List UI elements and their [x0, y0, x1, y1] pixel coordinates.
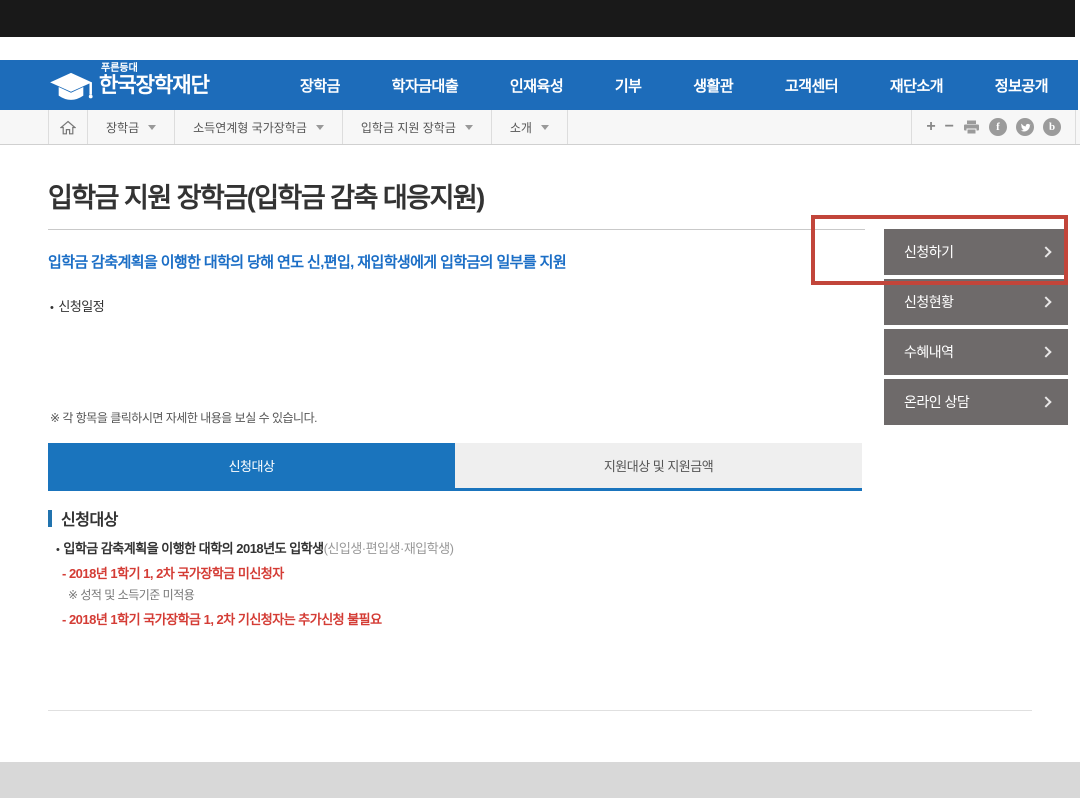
intro-text: 입학금 감축계획을 이행한 대학의 당해 연도 신,편입, 재입학생에게 입학금…: [48, 251, 566, 272]
breadcrumb-item-scholarship[interactable]: 장학금: [88, 110, 175, 144]
chevron-down-icon: [148, 125, 156, 130]
breadcrumb-item-admission-fee[interactable]: 입학금 지원 장학금: [343, 110, 492, 144]
blog-icon[interactable]: b: [1043, 118, 1061, 136]
chevron-right-icon: [1040, 346, 1051, 357]
page-title: 입학금 지원 장학금(입학금 감축 대응지원): [48, 176, 484, 215]
application-status-label: 신청현황: [904, 292, 954, 312]
chevron-down-icon: [541, 125, 549, 130]
brand-text: 푸른등대 한국장학재단: [99, 64, 209, 97]
list-item-note: ※ 성적 및 소득기준 미적용: [68, 586, 194, 603]
list-item-main-text: 입학금 감축계획을 이행한 대학의 2018년도 입학생: [63, 541, 323, 556]
content-bottom-divider: [48, 710, 1032, 711]
nav-item-student-loan[interactable]: 학자금대출: [392, 75, 459, 96]
brand-tagline: 푸른등대: [101, 64, 209, 75]
font-decrease-button[interactable]: −: [945, 119, 954, 135]
heading-accent-bar: [48, 510, 52, 527]
list-item-alert: - 2018년 1학기 국가장학금 1, 2차 기신청자는 추가신청 불필요: [62, 609, 382, 628]
nav-item-customer-center[interactable]: 고객센터: [785, 75, 838, 96]
list-item-sub-text: (신입생·편입생·재입학생): [324, 541, 454, 556]
quick-menu: 신청하기 신청현황 수혜내역 온라인 상담: [884, 229, 1068, 429]
title-divider: [48, 229, 865, 230]
facebook-icon[interactable]: f: [989, 118, 1007, 136]
page: 푸른등대 한국장학재단 장학금 학자금대출 인재육성 기부 생활관 고객센터 재…: [0, 0, 1080, 810]
tab-application-target[interactable]: 신청대상: [48, 443, 455, 488]
page-tools: + − f b: [911, 110, 1076, 144]
schedule-label-text: 신청일정: [58, 299, 104, 314]
home-button[interactable]: [48, 110, 88, 144]
list-item: • 입학금 감축계획을 이행한 대학의 2018년도 입학생(신입생·편입생·재입…: [56, 538, 454, 557]
breadcrumb-item-income-linked[interactable]: 소득연계형 국가장학금: [175, 110, 343, 144]
chevron-right-icon: [1040, 296, 1051, 307]
twitter-icon[interactable]: [1016, 118, 1034, 136]
brand-logo[interactable]: 푸른등대 한국장학재단: [48, 64, 209, 106]
application-status-button[interactable]: 신청현황: [884, 279, 1068, 325]
tab-support-amount[interactable]: 지원대상 및 지원금액: [455, 443, 862, 488]
breadcrumb-label: 입학금 지원 장학금: [361, 119, 456, 136]
apply-button-label: 신청하기: [904, 242, 954, 262]
breadcrumb: 장학금 소득연계형 국가장학금 입학금 지원 장학금 소개: [48, 110, 568, 144]
nav-item-scholarship[interactable]: 장학금: [300, 75, 340, 96]
printer-icon[interactable]: [963, 120, 980, 135]
online-consult-button[interactable]: 온라인 상담: [884, 379, 1068, 425]
brand-name: 한국장학재단: [99, 75, 209, 97]
apply-button[interactable]: 신청하기: [884, 229, 1068, 275]
nav-item-dormitory[interactable]: 생활관: [693, 75, 733, 96]
section-heading: 신청대상: [48, 506, 118, 530]
online-consult-label: 온라인 상담: [904, 392, 969, 412]
chevron-down-icon: [465, 125, 473, 130]
chevron-right-icon: [1040, 396, 1051, 407]
nav-item-disclosure[interactable]: 정보공개: [995, 75, 1048, 96]
chevron-right-icon: [1040, 246, 1051, 257]
breadcrumb-label: 장학금: [106, 119, 139, 136]
nav-menu: 장학금 학자금대출 인재육성 기부 생활관 고객센터 재단소개 정보공개: [300, 60, 1048, 110]
footer-bar: [0, 762, 1080, 798]
top-black-bar: [0, 0, 1075, 37]
content-tabs: 신청대상 지원대상 및 지원금액: [48, 443, 862, 491]
nav-item-talent[interactable]: 인재육성: [510, 75, 563, 96]
nav-item-about[interactable]: 재단소개: [890, 75, 943, 96]
chevron-down-icon: [316, 125, 324, 130]
home-icon: [60, 120, 76, 135]
graduation-cap-icon: [48, 70, 94, 106]
list-item-alert: - 2018년 1학기 1, 2차 국가장학금 미신청자: [62, 563, 284, 582]
click-note: ※ 각 항목을 클릭하시면 자세한 내용을 보실 수 있습니다.: [50, 409, 317, 426]
bullet-icon: •: [50, 302, 53, 314]
breadcrumb-label: 소득연계형 국가장학금: [193, 119, 307, 136]
global-navbar: 푸른등대 한국장학재단 장학금 학자금대출 인재육성 기부 생활관 고객센터 재…: [0, 60, 1078, 110]
benefit-history-button[interactable]: 수혜내역: [884, 329, 1068, 375]
benefit-history-label: 수혜내역: [904, 342, 954, 362]
breadcrumb-item-intro[interactable]: 소개: [492, 110, 568, 144]
nav-item-donation[interactable]: 기부: [615, 75, 642, 96]
section-heading-text: 신청대상: [61, 506, 118, 530]
breadcrumb-bar: 장학금 소득연계형 국가장학금 입학금 지원 장학금 소개 + −: [0, 110, 1080, 145]
font-increase-button[interactable]: +: [926, 119, 935, 135]
bullet-icon: •: [56, 544, 59, 556]
breadcrumb-label: 소개: [510, 119, 532, 136]
schedule-label: • 신청일정: [50, 296, 104, 315]
